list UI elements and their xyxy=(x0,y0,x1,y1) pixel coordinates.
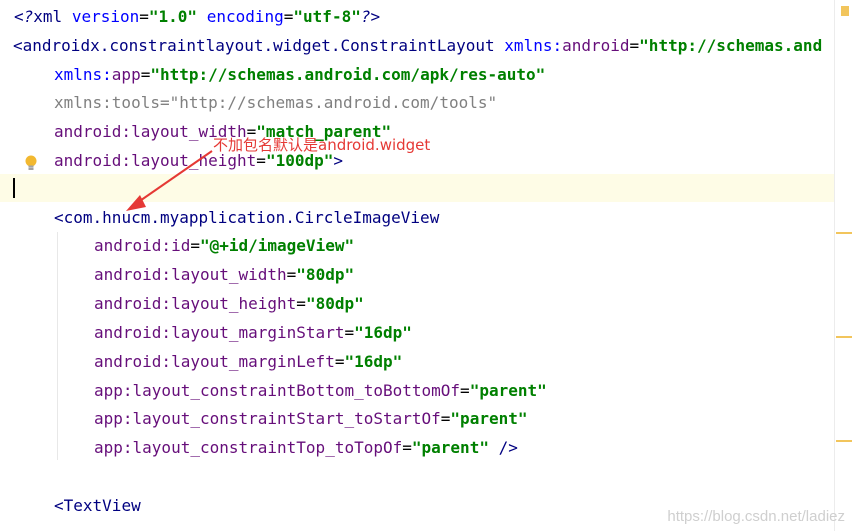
annotation-label: 不加包名默认是android.widget xyxy=(213,136,431,154)
warning-marker[interactable] xyxy=(836,336,852,338)
code-line-11[interactable]: android:layout_height="80dp" xyxy=(0,290,855,318)
code-line-3[interactable]: xmlns:app="http://schemas.android.com/ap… xyxy=(0,61,855,89)
code-line-13[interactable]: android:layout_marginLeft="16dp" xyxy=(0,348,855,376)
code-line-15[interactable]: app:layout_constraintStart_toStartOf="pa… xyxy=(0,405,855,433)
code-line-2[interactable]: <androidx.constraintlayout.widget.Constr… xyxy=(0,32,848,60)
code-line-16[interactable]: app:layout_constraintTop_toTopOf="parent… xyxy=(0,434,855,462)
warning-marker-icon[interactable] xyxy=(841,6,849,16)
annotation-arrow xyxy=(126,150,213,211)
code-line-1[interactable]: <?xml version="1.0" encoding="utf-8"?> xyxy=(0,3,849,31)
error-stripe-scrollbar[interactable] xyxy=(834,0,855,531)
warning-marker[interactable] xyxy=(836,232,852,234)
watermark: https://blog.csdn.net/ladiez xyxy=(667,508,845,525)
lightbulb-icon[interactable] xyxy=(22,154,40,172)
code-line-4[interactable]: xmlns:tools="http://schemas.android.com/… xyxy=(0,89,855,117)
code-line-9[interactable]: android:id="@+id/imageView" xyxy=(0,232,855,260)
code-editor[interactable]: <?xml version="1.0" encoding="utf-8"?> <… xyxy=(0,0,855,531)
code-line-14[interactable]: app:layout_constraintBottom_toBottomOf="… xyxy=(0,377,855,405)
warning-marker[interactable] xyxy=(836,440,852,442)
code-line-10[interactable]: android:layout_width="80dp" xyxy=(0,261,855,289)
code-line-12[interactable]: android:layout_marginStart="16dp" xyxy=(0,319,855,347)
text-caret xyxy=(13,178,15,198)
